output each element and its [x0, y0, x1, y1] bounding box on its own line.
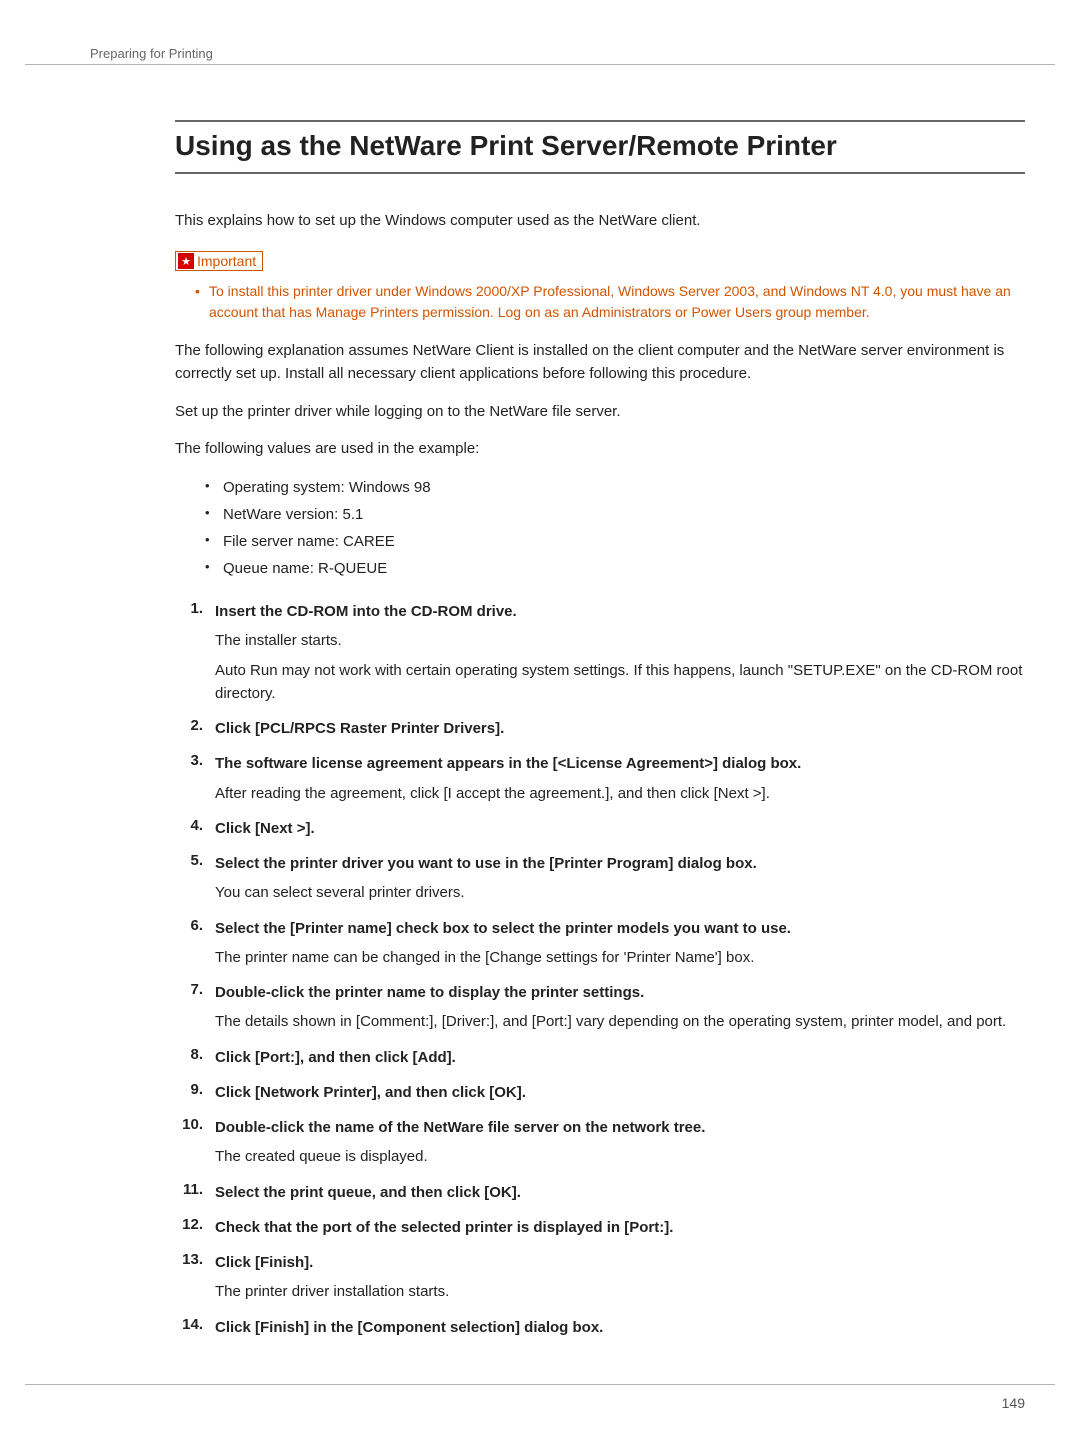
- paragraph: The following explanation assumes NetWar…: [175, 339, 1025, 386]
- step-title: Click [Next >].: [215, 817, 1025, 840]
- step-title: Click [PCL/RPCS Raster Printer Drivers].: [215, 717, 1025, 740]
- step-item: Click [Finish] in the [Component selecti…: [175, 1316, 1025, 1339]
- step-body: The printer driver installation starts.: [215, 1280, 1025, 1303]
- step-title: Double-click the name of the NetWare fil…: [215, 1116, 1025, 1139]
- step-body: The details shown in [Comment:], [Driver…: [215, 1010, 1025, 1033]
- star-icon: ★: [178, 253, 194, 269]
- important-bullet-item: To install this printer driver under Win…: [195, 281, 1025, 323]
- content-area: Using as the NetWare Print Server/Remote…: [25, 65, 1055, 1339]
- step-item: Double-click the name of the NetWare fil…: [175, 1116, 1025, 1169]
- important-bullet-list: To install this printer driver under Win…: [175, 281, 1025, 323]
- page-title: Using as the NetWare Print Server/Remote…: [175, 130, 1025, 162]
- page-container: Preparing for Printing Using as the NetW…: [0, 0, 1080, 1437]
- title-wrap: Using as the NetWare Print Server/Remote…: [175, 120, 1025, 174]
- step-title: Double-click the printer name to display…: [215, 981, 1025, 1004]
- step-body: After reading the agreement, click [I ac…: [215, 782, 1025, 805]
- step-body: The printer name can be changed in the […: [215, 946, 1025, 969]
- important-label: Important: [197, 253, 256, 269]
- step-item: Select the print queue, and then click […: [175, 1181, 1025, 1204]
- step-title: Select the [Printer name] check box to s…: [215, 917, 1025, 940]
- step-title: Click [Finish].: [215, 1251, 1025, 1274]
- paragraph: Set up the printer driver while logging …: [175, 400, 1025, 423]
- header: Preparing for Printing: [25, 0, 1055, 65]
- step-title: Select the printer driver you want to us…: [215, 852, 1025, 875]
- step-body: The installer starts.: [215, 629, 1025, 652]
- step-title: Click [Port:], and then click [Add].: [215, 1046, 1025, 1069]
- step-item: Click [PCL/RPCS Raster Printer Drivers].: [175, 717, 1025, 740]
- step-title: The software license agreement appears i…: [215, 752, 1025, 775]
- step-item: Click [Network Printer], and then click …: [175, 1081, 1025, 1104]
- header-section-text: Preparing for Printing: [90, 46, 213, 61]
- important-callout: ★ Important: [175, 251, 263, 271]
- step-item: Select the printer driver you want to us…: [175, 852, 1025, 905]
- list-item: Queue name: R-QUEUE: [205, 555, 1025, 582]
- step-item: Click [Next >].: [175, 817, 1025, 840]
- step-title: Check that the port of the selected prin…: [215, 1216, 1025, 1239]
- step-item: Select the [Printer name] check box to s…: [175, 917, 1025, 970]
- step-title: Click [Finish] in the [Component selecti…: [215, 1316, 1025, 1339]
- example-values-list: Operating system: Windows 98 NetWare ver…: [205, 474, 1025, 582]
- list-item: File server name: CAREE: [205, 528, 1025, 555]
- step-item: Insert the CD-ROM into the CD-ROM drive.…: [175, 600, 1025, 705]
- step-item: Check that the port of the selected prin…: [175, 1216, 1025, 1239]
- step-body: The created queue is displayed.: [215, 1145, 1025, 1168]
- paragraph: The following values are used in the exa…: [175, 437, 1025, 460]
- step-item: Double-click the printer name to display…: [175, 981, 1025, 1034]
- step-body: Auto Run may not work with certain opera…: [215, 659, 1025, 706]
- step-item: Click [Port:], and then click [Add].: [175, 1046, 1025, 1069]
- intro-text: This explains how to set up the Windows …: [175, 212, 1025, 229]
- step-title: Click [Network Printer], and then click …: [215, 1081, 1025, 1104]
- list-item: Operating system: Windows 98: [205, 474, 1025, 501]
- step-body: You can select several printer drivers.: [215, 881, 1025, 904]
- step-title: Select the print queue, and then click […: [215, 1181, 1025, 1204]
- page-number: 149: [1002, 1395, 1025, 1411]
- step-item: The software license agreement appears i…: [175, 752, 1025, 805]
- step-title: Insert the CD-ROM into the CD-ROM drive.: [215, 600, 1025, 623]
- footer-divider: [25, 1384, 1055, 1385]
- steps-list: Insert the CD-ROM into the CD-ROM drive.…: [175, 600, 1025, 1339]
- list-item: NetWare version: 5.1: [205, 501, 1025, 528]
- step-item: Click [Finish]. The printer driver insta…: [175, 1251, 1025, 1304]
